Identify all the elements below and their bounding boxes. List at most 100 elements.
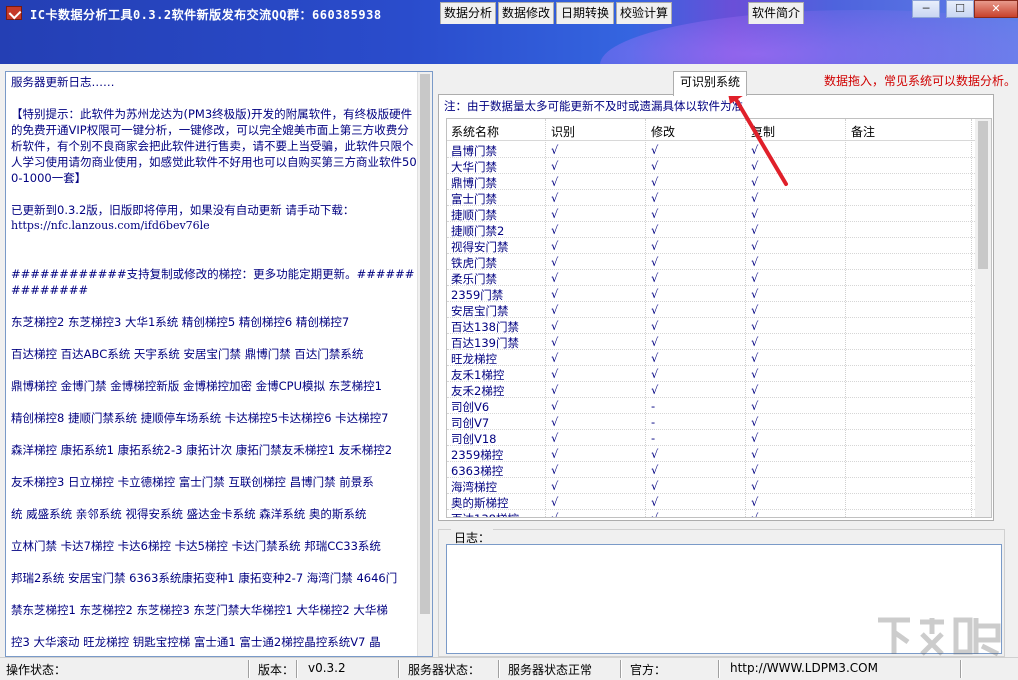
systems-grid[interactable]: 系统名称 识别 修改 复制 备注 昌博门禁 √ √ √ 大华门禁 √ √ √ 鼎博门禁 √ √ √ 富士… [446, 118, 992, 518]
systems-line: 统 威盛系统 亲邻系统 视得安系统 盛达金卡系统 森洋系统 奥的斯系统 [11, 507, 367, 521]
table-row[interactable]: 司创V6 √ - √ [447, 398, 977, 414]
table-row[interactable]: 大华门禁 √ √ √ [447, 158, 977, 174]
col-header-recognize[interactable]: 识别 [551, 123, 575, 140]
cell-copy: √ [751, 191, 759, 205]
server-log-panel[interactable]: 服务器更新日志…… 【特别提示：此软件为苏州龙达为(PM3终极版)开发的附属软件… [5, 71, 433, 657]
cell-copy: √ [751, 255, 759, 269]
minimize-button[interactable]: ─ [912, 0, 940, 18]
grid-header: 系统名称 识别 修改 复制 备注 [447, 119, 983, 141]
special-notice: 【特别提示：此软件为苏州龙达为(PM3终极版)开发的附属软件，有终极版硬件的免费… [11, 107, 417, 185]
table-row[interactable]: 2359梯控 √ √ √ [447, 446, 977, 462]
cell-copy: √ [751, 367, 759, 381]
table-row[interactable]: 2359门禁 √ √ √ [447, 286, 977, 302]
close-icon: ✕ [991, 2, 1001, 15]
table-row[interactable]: 百达139门禁 √ √ √ [447, 334, 977, 350]
cell-modify: √ [651, 319, 659, 333]
log-scroll-thumb[interactable] [420, 74, 430, 614]
cell-name: 百达138梯控 [451, 511, 519, 517]
table-row[interactable]: 视得安门禁 √ √ √ [447, 238, 977, 254]
grid-scroll-thumb[interactable] [978, 121, 988, 269]
table-row[interactable]: 司创V18 √ - √ [447, 430, 977, 446]
official-label: 官方： [630, 663, 667, 677]
version-label: 版本： [258, 663, 295, 677]
cell-copy: √ [751, 399, 759, 413]
table-row[interactable]: 百达138梯控 √ √ √ [447, 510, 977, 518]
version-value: v0.3.2 [308, 661, 346, 675]
cell-recognize: √ [551, 383, 559, 397]
table-row[interactable]: 捷顺门禁2 √ √ √ [447, 222, 977, 238]
systems-line: 友禾梯控3 日立梯控 卡立德梯控 富士门禁 互联创梯控 昌博门禁 前景系 [11, 475, 374, 489]
table-row[interactable]: 友禾1梯控 √ √ √ [447, 366, 977, 382]
cell-recognize: √ [551, 143, 559, 157]
systems-line: 控3 大华滚动 旺龙梯控 钥匙宝控梯 富士通1 富士通2梯控晶控系统V7 晶 [11, 635, 381, 649]
cell-modify: √ [651, 287, 659, 301]
cell-recognize: √ [551, 319, 559, 333]
maximize-button[interactable]: ☐ [946, 0, 974, 18]
cell-recognize: √ [551, 479, 559, 493]
drag-hint: 数据拖入，常见系统可以数据分析。 [824, 74, 1017, 88]
cell-name: 视得安门禁 [451, 240, 509, 254]
grid-scrollbar[interactable] [975, 119, 991, 517]
supported-systems-page: 注：由于数据量太多可能更新不及时或遗漏具体以软件为准 系统名称 识别 修改 复制… [438, 94, 994, 521]
tab-data-modify[interactable]: 数据修改 [498, 2, 554, 24]
systems-line: 东芝梯控2 东芝梯控3 大华1系统 精创梯控5 精创梯控6 精创梯控7 [11, 315, 350, 329]
cell-name: 2359梯控 [451, 448, 504, 462]
cell-modify: √ [651, 223, 659, 237]
table-row[interactable]: 铁虎门禁 √ √ √ [447, 254, 977, 270]
server-status-label: 服务器状态： [408, 663, 481, 677]
table-row[interactable]: 安居宝门禁 √ √ √ [447, 302, 977, 318]
arrow-annotation [726, 82, 788, 186]
cell-copy: √ [751, 495, 759, 509]
cell-recognize: √ [551, 399, 559, 413]
log-scrollbar[interactable] [417, 72, 432, 656]
cell-copy: √ [751, 431, 759, 445]
cell-modify: - [651, 431, 656, 445]
cell-copy: √ [751, 479, 759, 493]
cell-recognize: √ [551, 495, 559, 509]
update-notice: 已更新到0.3.2版，旧版即将停用，如果没有自动更新 请手动下载： [11, 203, 355, 217]
systems-line: 百达梯控 百达ABC系统 天宇系统 安居宝门禁 鼎博门禁 百达门禁系统 [11, 347, 364, 361]
cell-modify: √ [651, 351, 659, 365]
cell-recognize: √ [551, 351, 559, 365]
table-row[interactable]: 海湾梯控 √ √ √ [447, 478, 977, 494]
table-row[interactable]: 昌博门禁 √ √ √ [447, 142, 977, 158]
cell-name: 鼎博门禁 [451, 176, 497, 190]
cell-recognize: √ [551, 191, 559, 205]
table-row[interactable]: 6363梯控 √ √ √ [447, 462, 977, 478]
cell-modify: - [651, 415, 656, 429]
table-row[interactable]: 鼎博门禁 √ √ √ [447, 174, 977, 190]
col-header-remark[interactable]: 备注 [851, 123, 875, 140]
watermark-graphic [878, 617, 1001, 657]
tab-supported-systems[interactable]: 可识别系统 [673, 71, 747, 96]
table-row[interactable]: 奥的斯梯控 √ √ √ [447, 494, 977, 510]
table-row[interactable]: 柔乐门禁 √ √ √ [447, 270, 977, 286]
systems-line: 邦瑞2系统 安居宝门禁 6363系统康拓变种1 康拓变种2-7 海湾门禁 464… [11, 571, 398, 585]
col-header-modify[interactable]: 修改 [651, 123, 675, 140]
table-row[interactable]: 富士门禁 √ √ √ [447, 190, 977, 206]
table-row[interactable]: 友禾2梯控 √ √ √ [447, 382, 977, 398]
tab-checksum[interactable]: 校验计算 [616, 2, 672, 24]
cell-copy: √ [751, 351, 759, 365]
cell-copy: √ [751, 303, 759, 317]
cell-modify: √ [651, 335, 659, 349]
tab-about[interactable]: 软件简介 [748, 2, 804, 24]
table-row[interactable]: 百达138门禁 √ √ √ [447, 318, 977, 334]
cell-name: 捷顺门禁 [451, 208, 497, 222]
data-note: 注：由于数据量太多可能更新不及时或遗漏具体以软件为准 [444, 99, 743, 113]
cell-recognize: √ [551, 159, 559, 173]
cell-copy: √ [751, 319, 759, 333]
cell-modify: √ [651, 479, 659, 493]
download-url[interactable]: https://nfc.lanzous.com/ifd6bev76le [11, 218, 417, 234]
official-url[interactable]: http://WWW.LDPM3.COM [730, 661, 878, 675]
tab-date-convert[interactable]: 日期转换 [556, 2, 614, 24]
cell-modify: - [651, 399, 656, 413]
table-row[interactable]: 司创V7 √ - √ [447, 414, 977, 430]
cell-recognize: √ [551, 511, 559, 518]
tab-data-analysis[interactable]: 数据分析 [440, 2, 496, 24]
col-header-name[interactable]: 系统名称 [451, 123, 499, 140]
close-button[interactable]: ✕ [974, 0, 1018, 18]
table-row[interactable]: 捷顺门禁 √ √ √ [447, 206, 977, 222]
table-row[interactable]: 旺龙梯控 √ √ √ [447, 350, 977, 366]
cell-recognize: √ [551, 447, 559, 461]
cell-name: 司创V18 [451, 432, 497, 446]
